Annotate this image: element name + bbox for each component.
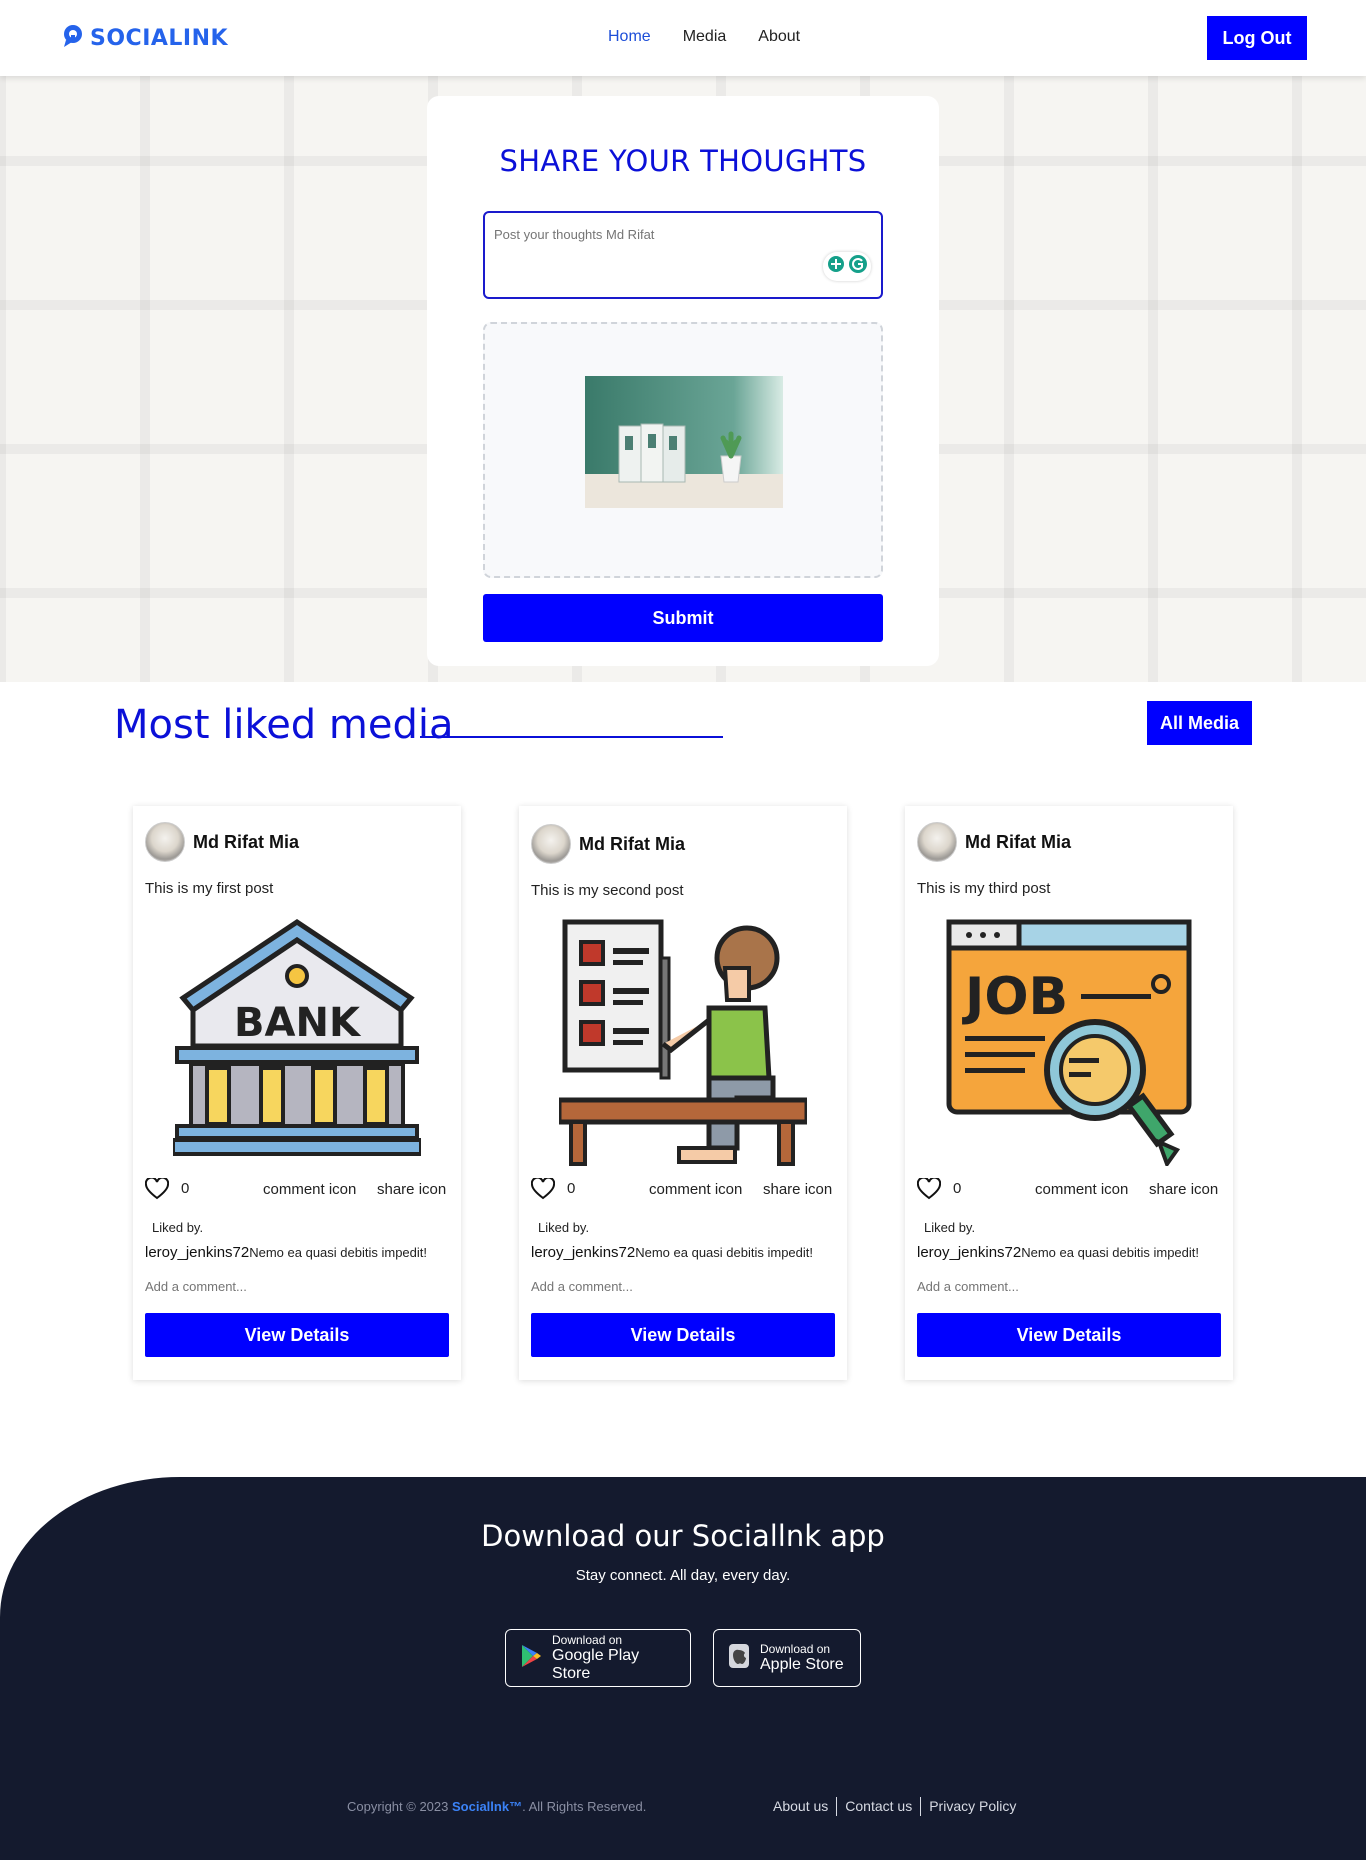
- footer-privacy-link[interactable]: Privacy Policy: [921, 1797, 1024, 1816]
- brand-name: SOCIALINK: [90, 26, 229, 51]
- apple-icon: [728, 1643, 750, 1674]
- share-card: SHARE YOUR THOUGHTS Post your thoughts M…: [427, 96, 939, 666]
- job-search-icon: JOB: [946, 919, 1192, 1166]
- apple-store-small: Download on: [760, 1642, 831, 1656]
- plus-bulb-icon[interactable]: [826, 254, 846, 279]
- liker-comment: leroy_jenkins72Nemo ea quasi debitis imp…: [145, 1244, 427, 1261]
- card-header: Md Rifat Mia: [145, 822, 299, 862]
- avatar[interactable]: [145, 822, 185, 862]
- share-icon[interactable]: share icon: [377, 1181, 446, 1198]
- google-play-icon: [520, 1644, 542, 1673]
- post-actions: 0 comment icon share icon: [530, 1176, 835, 1204]
- like-count: 0: [953, 1180, 962, 1197]
- comment-icon[interactable]: comment icon: [649, 1181, 742, 1198]
- thought-input[interactable]: [483, 211, 883, 299]
- avatar[interactable]: [917, 822, 957, 862]
- svg-text:JOB: JOB: [962, 967, 1068, 1027]
- title-underline: [420, 736, 723, 738]
- google-play-label: Google Play Store: [552, 1647, 640, 1682]
- uploaded-image-preview: [585, 376, 783, 508]
- liker-username[interactable]: leroy_jenkins72: [145, 1244, 249, 1261]
- person-at-desk-icon: [559, 919, 807, 1166]
- main-nav: Home Media About: [608, 28, 800, 46]
- post-text: This is my first post: [145, 880, 274, 897]
- copyright-brand[interactable]: Sociallnk™: [452, 1799, 522, 1814]
- apple-store-button[interactable]: Download on Apple Store: [713, 1629, 861, 1687]
- share-icon[interactable]: share icon: [1149, 1181, 1218, 1198]
- add-comment-input[interactable]: [145, 1279, 445, 1294]
- view-details-button[interactable]: View Details: [531, 1313, 835, 1357]
- grammarly-icon[interactable]: [848, 254, 868, 279]
- nav-media-link[interactable]: Media: [683, 28, 727, 46]
- chat-bubble-icon: [62, 24, 84, 53]
- view-details-button[interactable]: View Details: [145, 1313, 449, 1357]
- bank-icon: BANK: [173, 918, 421, 1156]
- liker-username[interactable]: leroy_jenkins72: [917, 1244, 1021, 1261]
- copyright: Copyright © 2023 Sociallnk™. All Rights …: [347, 1799, 646, 1814]
- nav-about-link[interactable]: About: [758, 28, 800, 46]
- apple-store-label: Apple Store: [760, 1656, 844, 1673]
- like-count: 0: [567, 1180, 576, 1197]
- grammar-widget[interactable]: [823, 252, 871, 281]
- footer: Download our Sociallnk app Stay connect.…: [0, 1477, 1366, 1860]
- view-details-button[interactable]: View Details: [917, 1313, 1221, 1357]
- liked-by-label: Liked by.: [538, 1220, 590, 1235]
- media-card: Md Rifat Mia This is my first post BANK …: [133, 806, 461, 1380]
- navbar: SOCIALINK Home Media About Log Out: [0, 0, 1366, 76]
- author-name[interactable]: Md Rifat Mia: [965, 832, 1071, 853]
- card-header: Md Rifat Mia: [531, 824, 685, 864]
- copyright-suffix: . All Rights Reserved.: [522, 1799, 647, 1814]
- brand-logo[interactable]: SOCIALINK: [62, 24, 228, 53]
- avatar[interactable]: [531, 824, 571, 864]
- footer-contact-link[interactable]: Contact us: [837, 1797, 922, 1816]
- liked-by-label: Liked by.: [152, 1220, 204, 1235]
- post-text: This is my second post: [531, 882, 684, 899]
- svg-text:BANK: BANK: [234, 1000, 362, 1046]
- comment-icon[interactable]: comment icon: [1035, 1181, 1128, 1198]
- copyright-prefix: Copyright © 2023: [347, 1799, 449, 1814]
- liker-comment-text: Nemo ea quasi debitis impedit!: [635, 1245, 813, 1260]
- liker-comment-text: Nemo ea quasi debitis impedit!: [249, 1245, 427, 1260]
- hero-section: SHARE YOUR THOUGHTS Post your thoughts M…: [0, 76, 1366, 682]
- footer-links: About us Contact us Privacy Policy: [773, 1797, 1024, 1816]
- card-header: Md Rifat Mia: [917, 822, 1071, 862]
- heart-icon[interactable]: [916, 1176, 942, 1204]
- most-liked-title: Most liked media: [114, 702, 454, 748]
- post-text: This is my third post: [917, 880, 1051, 897]
- post-actions: 0 comment icon share icon: [144, 1176, 449, 1204]
- all-media-button[interactable]: All Media: [1147, 701, 1252, 745]
- heart-icon[interactable]: [144, 1176, 170, 1204]
- share-icon[interactable]: share icon: [763, 1181, 832, 1198]
- post-actions: 0 comment icon share icon: [916, 1176, 1221, 1204]
- logout-button[interactable]: Log Out: [1207, 16, 1307, 60]
- heart-icon[interactable]: [530, 1176, 556, 1204]
- app-download-subtitle: Stay connect. All day, every day.: [575, 1567, 791, 1584]
- liker-comment: leroy_jenkins72Nemo ea quasi debitis imp…: [531, 1244, 813, 1261]
- liked-by-label: Liked by.: [924, 1220, 976, 1235]
- comment-icon[interactable]: comment icon: [263, 1181, 356, 1198]
- add-comment-input[interactable]: [531, 1279, 831, 1294]
- media-card: Md Rifat Mia This is my second post 0 co…: [519, 806, 847, 1380]
- liker-comment-text: Nemo ea quasi debitis impedit!: [1021, 1245, 1199, 1260]
- image-upload-zone[interactable]: [483, 322, 883, 578]
- submit-button[interactable]: Submit: [483, 594, 883, 642]
- share-title: SHARE YOUR THOUGHTS: [499, 144, 867, 178]
- like-count: 0: [181, 1180, 190, 1197]
- nav-home-link[interactable]: Home: [608, 28, 651, 46]
- author-name[interactable]: Md Rifat Mia: [193, 832, 299, 853]
- google-play-small: Download on: [552, 1633, 623, 1647]
- app-download-title: Download our Sociallnk app: [481, 1519, 885, 1553]
- liker-comment: leroy_jenkins72Nemo ea quasi debitis imp…: [917, 1244, 1199, 1261]
- author-name[interactable]: Md Rifat Mia: [579, 834, 685, 855]
- footer-about-link[interactable]: About us: [773, 1797, 838, 1816]
- add-comment-input[interactable]: [917, 1279, 1217, 1294]
- media-card: Md Rifat Mia This is my third post JOB 0…: [905, 806, 1233, 1380]
- google-play-button[interactable]: Download on Google Play Store: [505, 1629, 691, 1687]
- liker-username[interactable]: leroy_jenkins72: [531, 1244, 635, 1261]
